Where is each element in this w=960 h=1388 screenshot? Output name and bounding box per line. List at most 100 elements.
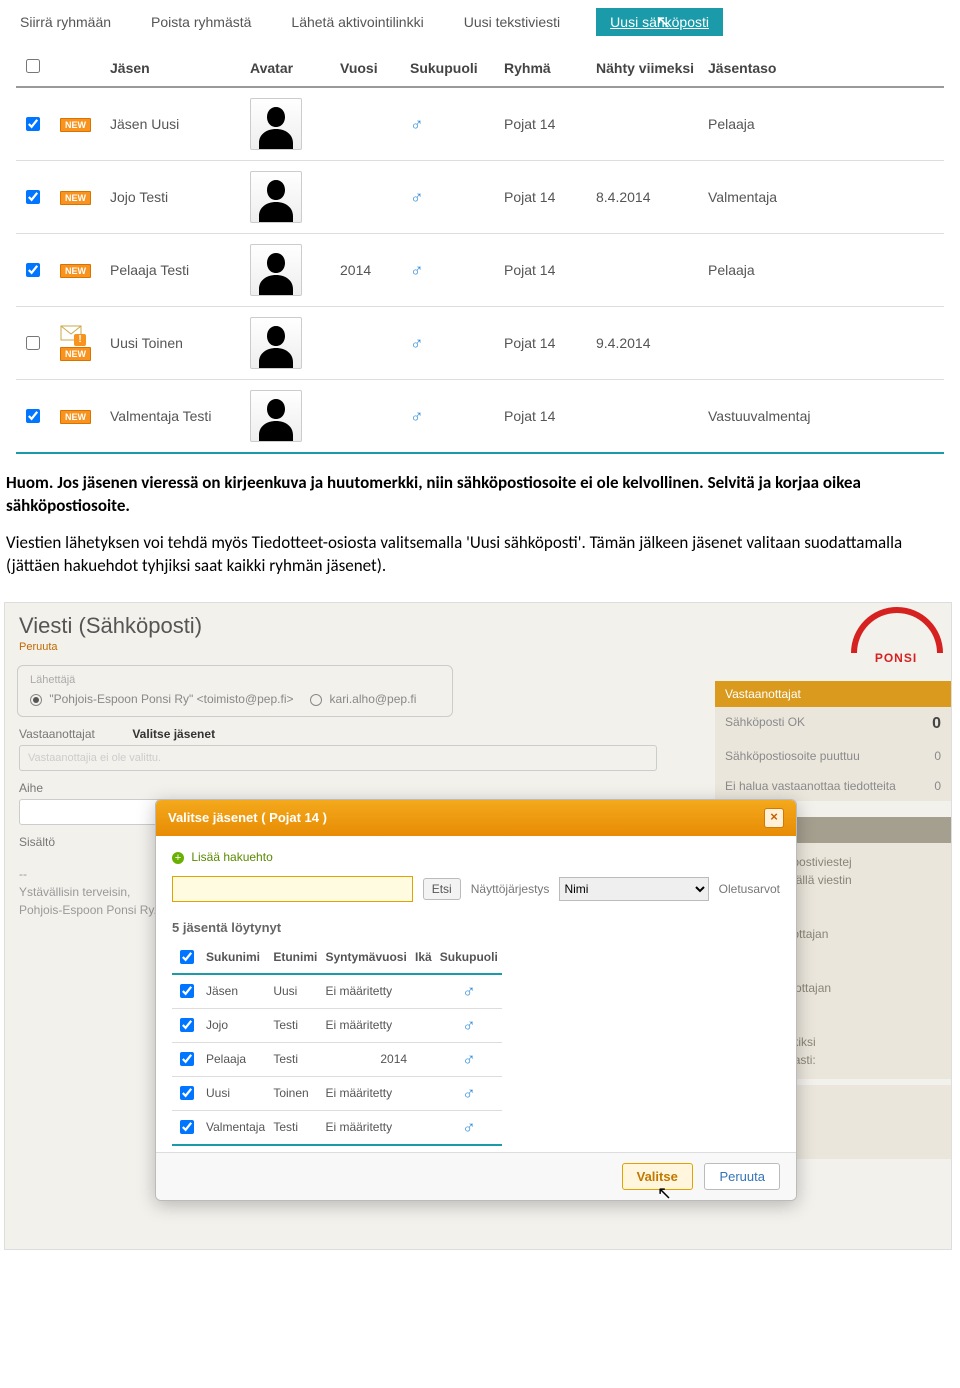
add-criteria[interactable]: + Lisää hakuehto [172,850,780,864]
found-table: Sukunimi Etunimi Syntymävuosi Ikä Sukupu… [172,941,502,1146]
row-checkbox[interactable] [26,336,40,350]
compose-panel: PONSI Viesti (Sähköposti) Peruuta Lähett… [4,602,952,1250]
male-icon: ♂ [410,333,424,353]
row-checkbox[interactable] [26,263,40,277]
new-badge: NEW [60,347,91,361]
row-checkbox[interactable] [180,1052,194,1066]
new-badge: NEW [60,118,91,132]
member-seen [590,380,702,454]
member-year [334,161,404,234]
member-name[interactable]: Pelaaja Testi [104,234,244,307]
cell-first: Uusi [269,974,321,1009]
modal-select-all[interactable] [180,950,194,964]
members-table: Jäsen Avatar Vuosi Sukupuoli Ryhmä Nähty… [16,48,944,454]
sort-select[interactable]: Nimi [559,877,708,901]
mcol-year: Syntymävuosi [321,941,411,974]
mcol-age: Ikä [411,941,436,974]
sender-opt2: kari.alho@pep.fi [330,692,417,706]
toolbar-email[interactable]: Uusi sähköposti ↖ [596,8,723,36]
member-group: Pojat 14 [498,161,590,234]
cursor-icon: ↖ [656,12,671,33]
member-year [334,87,404,161]
table-row: JojoTestiEi määritetty♂ [172,1008,502,1042]
member-year [334,307,404,380]
mcol-last: Sukunimi [202,941,269,974]
club-logo-text: PONSI [851,651,941,665]
male-icon: ♂ [462,1015,476,1035]
row-checkbox[interactable] [180,1086,194,1100]
member-name[interactable]: Valmentaja Testi [104,380,244,454]
choose-members-link[interactable]: Valitse jäsenet [132,727,215,741]
male-icon: ♂ [410,187,424,207]
member-name[interactable]: Uusi Toinen [104,307,244,380]
toolbar-actlink[interactable]: Lähetä aktivointilinkki [287,8,427,36]
cell-first: Toinen [269,1076,321,1110]
side-v3: 0 [934,779,941,793]
col-year: Vuosi [334,48,404,87]
male-icon: ♂ [410,260,424,280]
cell-year: Ei määritetty [321,1110,411,1145]
help-bold: Huom. Jos jäsenen vieressä on kirjeenkuv… [6,472,954,518]
side-v1: 0 [932,715,941,733]
member-group: Pojat 14 [498,87,590,161]
toolbar-sms[interactable]: Uusi tekstiviesti [460,8,564,36]
help-text: Huom. Jos jäsenen vieressä on kirjeenkuv… [0,458,960,598]
member-level [702,307,944,380]
col-gender: Sukupuoli [404,48,498,87]
select-members-modal: Valitse jäsenet ( Pojat 14 ) × + Lisää h… [155,799,797,1201]
email-warn-icon: ! [60,325,82,344]
compose-cancel[interactable]: Peruuta [19,641,937,653]
table-row: ValmentajaTestiEi määritetty♂ [172,1110,502,1145]
row-checkbox[interactable] [26,190,40,204]
subject-label: Aihe [19,781,129,795]
member-year [334,380,404,454]
male-icon: ♂ [410,114,424,134]
cell-last: Jäsen [202,974,269,1009]
table-row: NEWJojo Testi♂Pojat 148.4.2014Valmentaja [16,161,944,234]
modal-cancel-button[interactable]: Peruuta [704,1163,780,1190]
row-checkbox[interactable] [180,1018,194,1032]
modal-title: Valitse jäsenet ( Pojat 14 ) [168,810,327,825]
defaults-link[interactable]: Oletusarvot [719,882,780,896]
avatar [250,390,302,442]
compose-title: Viesti (Sähköposti) [19,613,937,639]
mcol-first: Etunimi [269,941,321,974]
cell-year: Ei määritetty [321,974,411,1009]
row-checkbox[interactable] [26,117,40,131]
side-r1: Sähköposti OK [725,715,805,733]
member-seen: 8.4.2014 [590,161,702,234]
member-group: Pojat 14 [498,307,590,380]
sort-label: Näyttöjärjestys [471,882,550,896]
table-row: NEWJäsen Uusi♂Pojat 14Pelaaja [16,87,944,161]
cell-last: Pelaaja [202,1042,269,1076]
sender-box: Lähettäjä "Pohjois-Espoon Ponsi Ry" <toi… [17,665,453,717]
club-logo: PONSI [851,607,941,665]
table-row: PelaajaTesti2014♂ [172,1042,502,1076]
new-badge: NEW [60,264,91,278]
member-name[interactable]: Jäsen Uusi [104,87,244,161]
male-icon: ♂ [410,406,424,426]
help-para: Viestien lähetyksen voi tehdä myös Tiedo… [6,532,954,578]
toolbar-remove[interactable]: Poista ryhmästä [147,8,255,36]
action-toolbar: Siirrä ryhmään Poista ryhmästä Lähetä ak… [0,0,960,36]
member-name[interactable]: Jojo Testi [104,161,244,234]
sender-radio-2[interactable] [310,694,322,706]
row-checkbox[interactable] [26,409,40,423]
row-checkbox[interactable] [180,984,194,998]
close-icon[interactable]: × [764,808,784,828]
mcol-gender: Sukupuoli [436,941,502,974]
member-group: Pojat 14 [498,380,590,454]
search-input[interactable] [172,876,413,902]
member-seen: 9.4.2014 [590,307,702,380]
search-button[interactable]: Etsi [423,878,461,900]
sender-radio-1[interactable] [30,694,42,706]
row-checkbox[interactable] [180,1120,194,1134]
cell-first: Testi [269,1042,321,1076]
table-row: NEWValmentaja Testi♂Pojat 14Vastuuvalmen… [16,380,944,454]
new-badge: NEW [60,410,91,424]
plus-icon: + [172,852,184,864]
recipients-input[interactable]: Vastaanottajia ei ole valittu. [19,745,657,771]
male-icon: ♂ [462,1117,476,1137]
select-all-checkbox[interactable] [26,59,40,73]
toolbar-move[interactable]: Siirrä ryhmään [16,8,115,36]
